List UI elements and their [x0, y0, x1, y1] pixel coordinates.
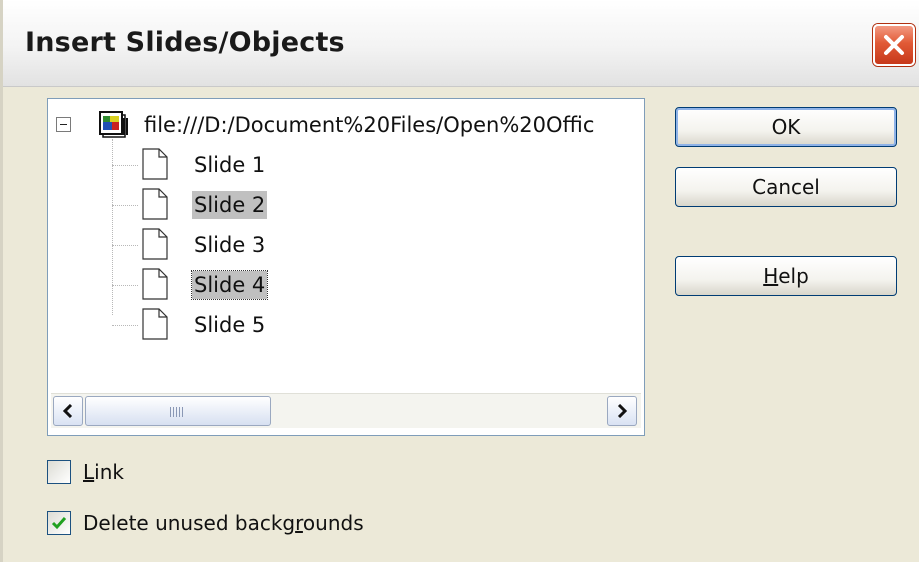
collapse-icon[interactable] [56, 117, 71, 132]
tree-item-label: Slide 3 [194, 233, 266, 257]
tree-item-slide-1[interactable]: Slide 1 [112, 145, 512, 185]
scroll-thumb[interactable] [85, 396, 271, 426]
insert-slides-dialog: Insert Slides/Objects file:///D:/Documen… [0, 0, 919, 562]
chevron-right-icon [617, 404, 628, 418]
tree-item-slide-5[interactable]: Slide 5 [112, 305, 512, 345]
checkmark-icon [51, 517, 67, 530]
scroll-right-button[interactable] [607, 396, 637, 426]
tree-item-label: Slide 1 [194, 153, 266, 177]
tree-item-slide-4[interactable]: Slide 4 [112, 265, 512, 305]
tree-item-slide-3[interactable]: Slide 3 [112, 225, 512, 265]
title-bar[interactable]: Insert Slides/Objects [3, 0, 919, 87]
tree-item-label: Slide 5 [194, 313, 266, 337]
cancel-button[interactable]: Cancel [675, 167, 897, 207]
link-label: Link [83, 460, 124, 484]
slide-tree[interactable]: file:///D:/Document%20Files/Open%20Offic… [47, 98, 645, 436]
grip-icon [170, 407, 184, 417]
tree-item-label: Slide 4 [190, 270, 269, 300]
slide-page-icon [142, 268, 168, 300]
link-checkbox[interactable] [47, 460, 71, 484]
help-mnemonic: H [763, 264, 779, 288]
delete-unused-backgrounds-label: Delete unused backgrounds [83, 511, 364, 535]
slide-page-icon [142, 148, 168, 180]
presentation-file-icon [99, 111, 128, 138]
slide-page-icon [142, 308, 168, 340]
link-option[interactable]: Link [47, 458, 547, 488]
help-button[interactable]: Help [675, 256, 897, 296]
chevron-left-icon [62, 404, 73, 418]
tree-item-slide-2[interactable]: Slide 2 [112, 185, 512, 225]
ok-button[interactable]: OK [675, 107, 897, 147]
tree-root-label: file:///D:/Document%20Files/Open%20Offic [144, 113, 595, 137]
slide-page-icon [142, 228, 168, 260]
dialog-title: Insert Slides/Objects [25, 27, 345, 58]
scroll-left-button[interactable] [53, 396, 83, 426]
help-label-rest: elp [778, 264, 809, 288]
slide-page-icon [142, 188, 168, 220]
tree-item-label: Slide 2 [192, 191, 268, 219]
close-button[interactable] [873, 24, 915, 66]
close-icon [884, 35, 904, 55]
delete-unused-backgrounds-checkbox[interactable] [47, 511, 71, 535]
delete-unused-backgrounds-option[interactable]: Delete unused backgrounds [47, 509, 547, 539]
horizontal-scrollbar[interactable] [51, 393, 641, 428]
tree-root-node[interactable]: file:///D:/Document%20Files/Open%20Offic [56, 109, 644, 143]
